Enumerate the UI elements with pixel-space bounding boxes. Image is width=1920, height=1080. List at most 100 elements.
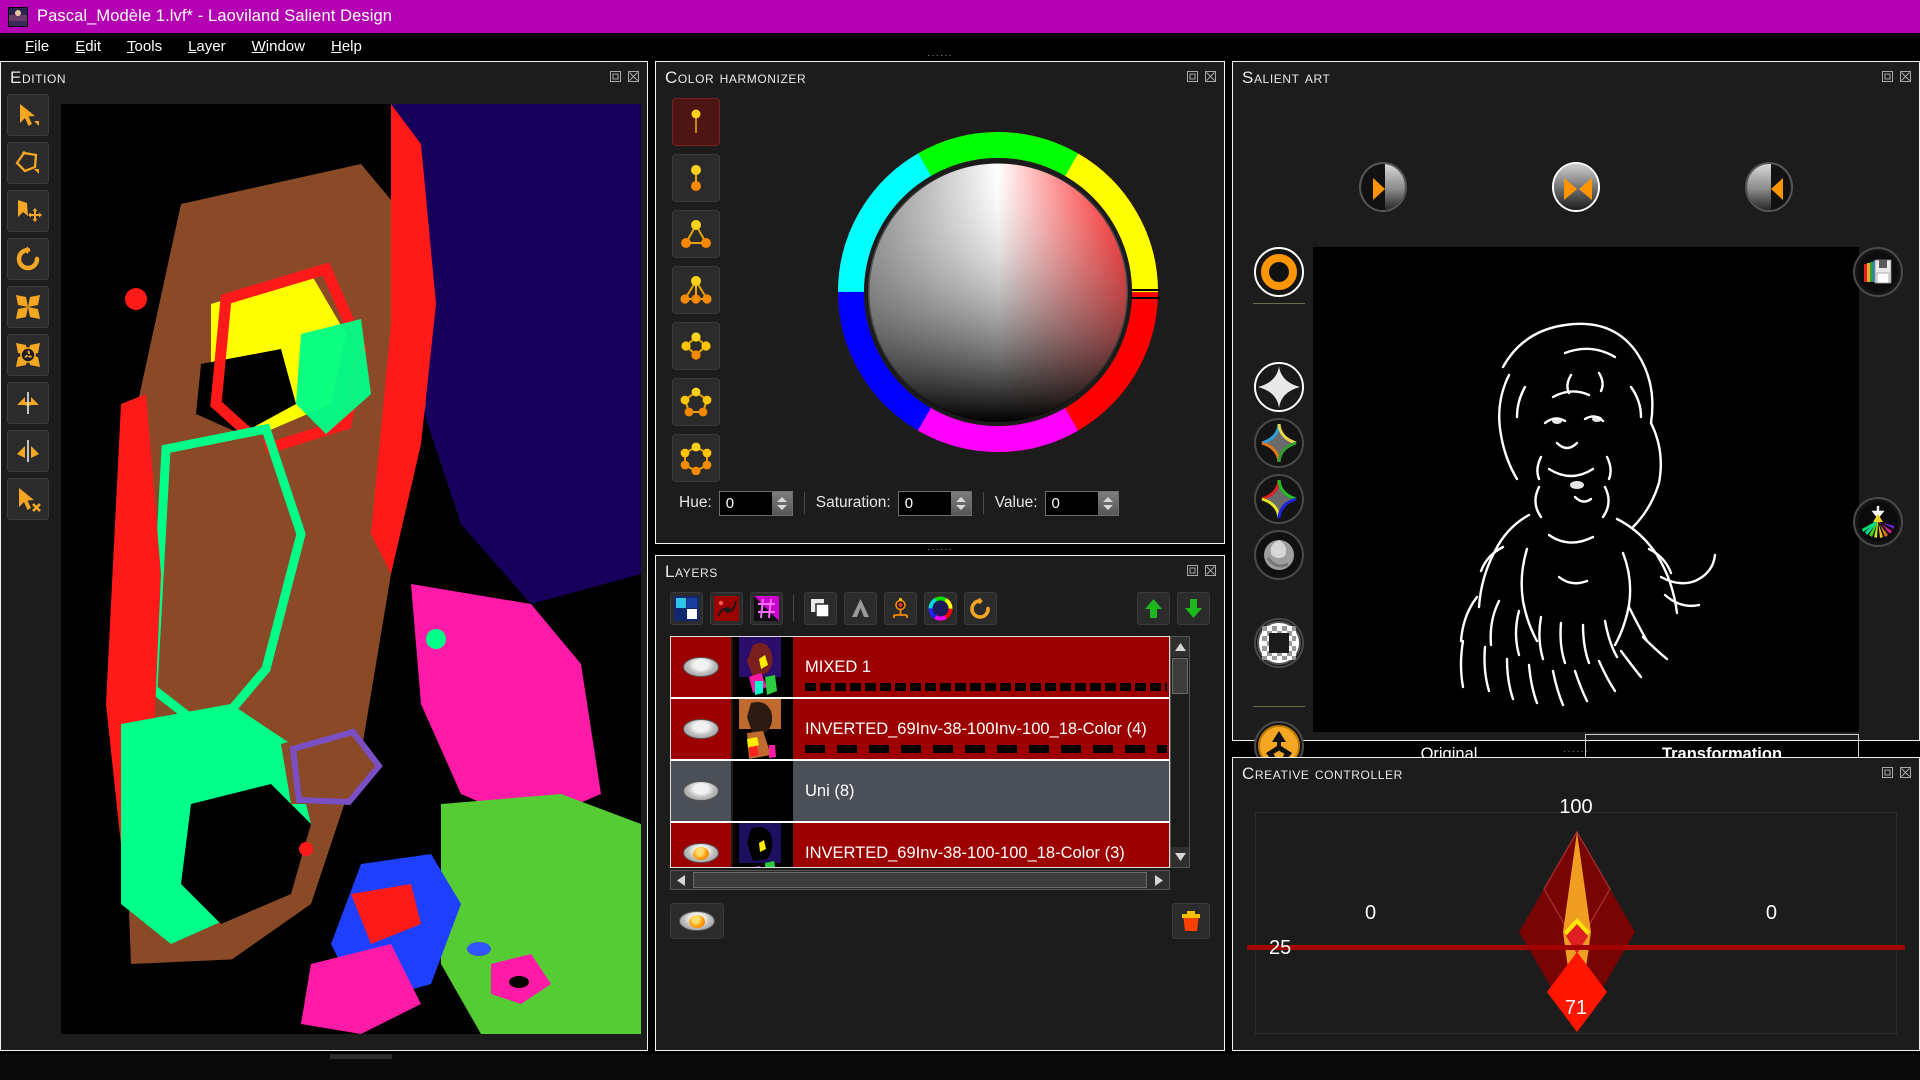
value-input[interactable] bbox=[1045, 491, 1098, 515]
reset-layer-button[interactable] bbox=[964, 591, 997, 625]
filter-star-mono[interactable] bbox=[1254, 362, 1304, 412]
delete-layer-button[interactable] bbox=[1172, 903, 1210, 939]
menu-tools[interactable]: Tools bbox=[114, 36, 175, 57]
pentad-scheme[interactable] bbox=[672, 378, 720, 426]
table-row[interactable]: INVERTED_69Inv-38-100-100_18-Color (3) bbox=[671, 823, 1169, 867]
new-layer-button[interactable] bbox=[670, 591, 703, 625]
duplicate-layer-button[interactable] bbox=[804, 591, 837, 625]
float-icon[interactable] bbox=[1186, 564, 1199, 577]
filter-checker[interactable] bbox=[1254, 618, 1304, 668]
move-selection-tool[interactable] bbox=[7, 190, 49, 232]
hexad-scheme[interactable] bbox=[672, 434, 720, 482]
salient-panel-title: Salient art bbox=[1242, 68, 1331, 87]
filter-star-cool[interactable] bbox=[1254, 418, 1304, 468]
menu-edit[interactable]: Edit bbox=[62, 36, 114, 57]
tetrad-scheme[interactable] bbox=[672, 322, 720, 370]
merge-layers-button[interactable] bbox=[844, 591, 877, 625]
monochrome-scheme[interactable] bbox=[672, 98, 720, 146]
float-icon[interactable] bbox=[1881, 766, 1894, 779]
export-palette-button[interactable] bbox=[1853, 497, 1903, 547]
layers-horizontal-scrollbar[interactable] bbox=[670, 870, 1170, 890]
toggle-all-visibility-button[interactable] bbox=[670, 903, 724, 939]
eye-icon bbox=[679, 911, 715, 931]
taskbar-item[interactable] bbox=[330, 1054, 392, 1059]
select-arrow-tool[interactable] bbox=[7, 94, 49, 136]
table-row[interactable]: INVERTED_69Inv-38-100Inv-100_18-Color (4… bbox=[671, 699, 1169, 761]
filter-ring[interactable] bbox=[1254, 247, 1304, 297]
panel-grip[interactable]: ······ bbox=[927, 545, 953, 555]
move-layer-down-button[interactable] bbox=[1177, 591, 1210, 625]
salient-preview-canvas[interactable] bbox=[1313, 247, 1859, 732]
filter-sphere[interactable] bbox=[1254, 530, 1304, 580]
save-image-button[interactable] bbox=[1853, 247, 1903, 297]
view-mode-right[interactable] bbox=[1745, 162, 1793, 212]
menu-window[interactable]: Window bbox=[239, 36, 318, 57]
value-spinner[interactable] bbox=[1044, 490, 1119, 516]
panel-grip[interactable]: ······ bbox=[1563, 747, 1589, 757]
hue-spinner[interactable] bbox=[718, 490, 793, 516]
grid-layer-button[interactable] bbox=[750, 591, 783, 625]
float-icon[interactable] bbox=[1186, 70, 1199, 83]
menu-layer[interactable]: Layer bbox=[175, 36, 239, 57]
menu-file[interactable]: File bbox=[12, 36, 62, 57]
close-icon[interactable] bbox=[1899, 766, 1912, 779]
scroll-left-button[interactable] bbox=[671, 871, 691, 889]
edition-canvas[interactable] bbox=[61, 104, 641, 1034]
slider-value: 25 bbox=[1269, 937, 1292, 959]
layers-panel-title: Layers bbox=[665, 562, 718, 581]
mirror-vertical-tool[interactable] bbox=[7, 382, 49, 424]
layer-body[interactable]: Uni (8) bbox=[793, 761, 1169, 821]
scroll-down-button[interactable] bbox=[1171, 847, 1189, 867]
lasso-polygon-tool[interactable] bbox=[7, 142, 49, 184]
layer-visibility-toggle[interactable] bbox=[671, 761, 733, 821]
menu-help[interactable]: Help bbox=[318, 36, 375, 57]
close-icon[interactable] bbox=[627, 70, 640, 83]
triad-scheme[interactable] bbox=[672, 210, 720, 258]
scroll-up-button[interactable] bbox=[1171, 637, 1189, 657]
layer-visibility-toggle[interactable] bbox=[671, 823, 733, 867]
creative-slider[interactable] bbox=[1247, 945, 1905, 950]
saturation-input[interactable] bbox=[898, 491, 951, 515]
view-mode-split[interactable] bbox=[1552, 162, 1600, 212]
split-complementary-scheme[interactable] bbox=[672, 266, 720, 314]
scroll-right-button[interactable] bbox=[1149, 871, 1169, 889]
app-icon bbox=[8, 6, 28, 27]
rotate-tool[interactable] bbox=[7, 238, 49, 280]
move-layer-up-button[interactable] bbox=[1137, 591, 1170, 625]
creative-radar-chart[interactable]: 100 0 0 71 25 bbox=[1247, 792, 1905, 1038]
layer-visibility-toggle[interactable] bbox=[671, 699, 733, 759]
layers-toolbar bbox=[670, 590, 1210, 626]
anchor-layer-button[interactable] bbox=[884, 591, 917, 625]
complementary-scheme[interactable] bbox=[672, 154, 720, 202]
view-mode-left[interactable] bbox=[1359, 162, 1407, 212]
swirl-burst-tool[interactable] bbox=[7, 334, 49, 376]
saturation-spinner[interactable] bbox=[897, 490, 972, 516]
float-icon[interactable] bbox=[609, 70, 622, 83]
value-stepper[interactable] bbox=[1097, 491, 1118, 515]
color-wheel[interactable] bbox=[788, 92, 1208, 492]
layer-body[interactable]: INVERTED_69Inv-38-100-100_18-Color (3) bbox=[793, 823, 1169, 867]
scrollbar-thumb[interactable] bbox=[693, 872, 1147, 888]
deselect-tool[interactable] bbox=[7, 478, 49, 520]
layer-visibility-toggle[interactable] bbox=[671, 637, 733, 697]
table-row[interactable]: MIXED 1 bbox=[671, 637, 1169, 699]
hue-stepper[interactable] bbox=[771, 491, 792, 515]
close-icon[interactable] bbox=[1899, 70, 1912, 83]
layer-body[interactable]: INVERTED_69Inv-38-100Inv-100_18-Color (4… bbox=[793, 699, 1169, 759]
mirror-split-tool[interactable] bbox=[7, 430, 49, 472]
hue-input[interactable] bbox=[719, 491, 772, 515]
panel-grip[interactable]: ······ bbox=[927, 51, 953, 61]
close-icon[interactable] bbox=[1204, 564, 1217, 577]
table-row[interactable]: Uni (8) bbox=[671, 761, 1169, 823]
layer-body[interactable]: MIXED 1 bbox=[793, 637, 1169, 697]
salient-layer-button[interactable] bbox=[710, 591, 743, 625]
four-arrows-expand-tool[interactable] bbox=[7, 286, 49, 328]
scrollbar-thumb[interactable] bbox=[1172, 658, 1188, 694]
layers-vertical-scrollbar[interactable] bbox=[1170, 636, 1190, 868]
filter-star-warm[interactable] bbox=[1254, 474, 1304, 524]
layer-list[interactable]: MIXED 1 INVERTED_69Inv-38-100Inv-100_18-… bbox=[670, 636, 1170, 868]
close-icon[interactable] bbox=[1204, 70, 1217, 83]
color-layer-button[interactable] bbox=[924, 591, 957, 625]
saturation-stepper[interactable] bbox=[950, 491, 971, 515]
float-icon[interactable] bbox=[1881, 70, 1894, 83]
